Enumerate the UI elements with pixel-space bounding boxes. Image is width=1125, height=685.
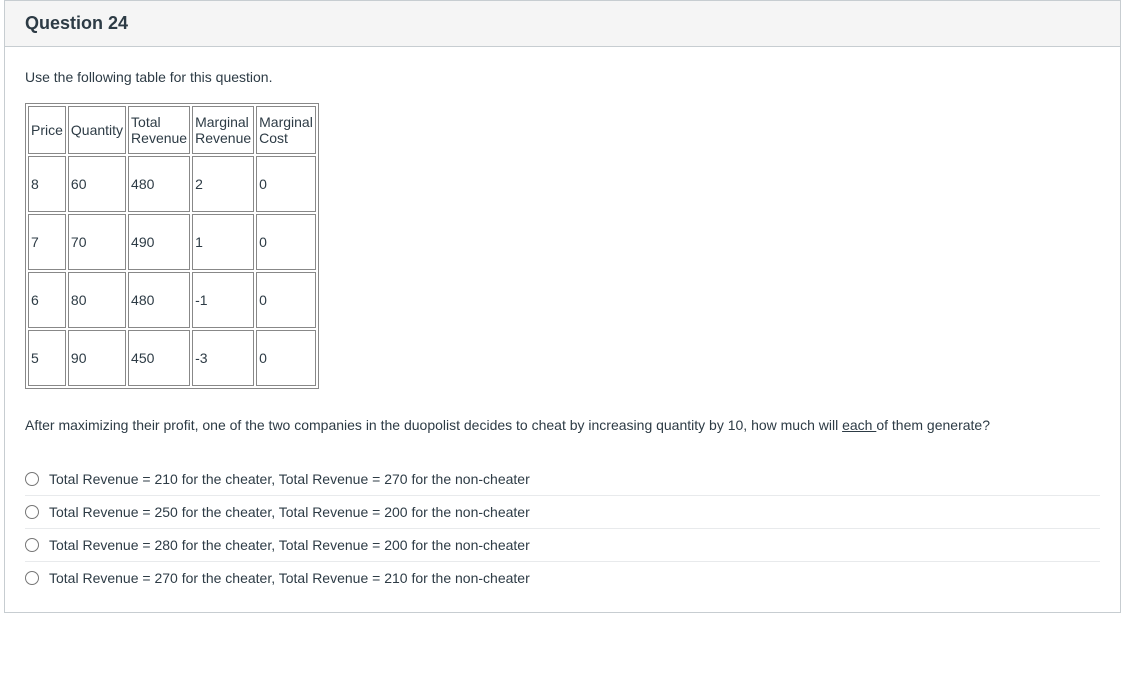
header-price: Price bbox=[28, 106, 66, 154]
cell-marginal-cost: 0 bbox=[256, 214, 316, 270]
cell-total-revenue: 450 bbox=[128, 330, 190, 386]
option-radio[interactable] bbox=[25, 538, 39, 552]
cell-marginal-cost: 0 bbox=[256, 156, 316, 212]
cell-marginal-revenue: -3 bbox=[192, 330, 254, 386]
cell-quantity: 80 bbox=[68, 272, 126, 328]
option-label[interactable]: Total Revenue = 250 for the cheater, Tot… bbox=[49, 504, 530, 520]
option-radio[interactable] bbox=[25, 472, 39, 486]
cell-marginal-revenue: 1 bbox=[192, 214, 254, 270]
option-row[interactable]: Total Revenue = 210 for the cheater, Tot… bbox=[25, 463, 1100, 495]
header-quantity: Quantity bbox=[68, 106, 126, 154]
cell-marginal-revenue: 2 bbox=[192, 156, 254, 212]
table-row: 6 80 480 -1 0 bbox=[28, 272, 316, 328]
question-header: Question 24 bbox=[5, 1, 1120, 47]
prompt-pre: After maximizing their profit, one of th… bbox=[25, 417, 842, 433]
cell-price: 7 bbox=[28, 214, 66, 270]
option-label[interactable]: Total Revenue = 210 for the cheater, Tot… bbox=[49, 471, 530, 487]
question-title: Question 24 bbox=[25, 13, 1100, 34]
cell-total-revenue: 490 bbox=[128, 214, 190, 270]
header-marginal-cost: Marginal Cost bbox=[256, 106, 316, 154]
option-row[interactable]: Total Revenue = 270 for the cheater, Tot… bbox=[25, 561, 1100, 594]
option-label[interactable]: Total Revenue = 280 for the cheater, Tot… bbox=[49, 537, 530, 553]
cell-price: 8 bbox=[28, 156, 66, 212]
cell-total-revenue: 480 bbox=[128, 272, 190, 328]
table-row: 5 90 450 -3 0 bbox=[28, 330, 316, 386]
table-header-row: Price Quantity Total Revenue Marginal Re… bbox=[28, 106, 316, 154]
cell-marginal-cost: 0 bbox=[256, 330, 316, 386]
cell-price: 6 bbox=[28, 272, 66, 328]
table-row: 7 70 490 1 0 bbox=[28, 214, 316, 270]
option-radio[interactable] bbox=[25, 505, 39, 519]
cell-quantity: 60 bbox=[68, 156, 126, 212]
question-prompt: After maximizing their profit, one of th… bbox=[25, 417, 1100, 433]
cell-marginal-cost: 0 bbox=[256, 272, 316, 328]
option-row[interactable]: Total Revenue = 250 for the cheater, Tot… bbox=[25, 495, 1100, 528]
header-marginal-revenue: Marginal Revenue bbox=[192, 106, 254, 154]
cell-marginal-revenue: -1 bbox=[192, 272, 254, 328]
table-row: 8 60 480 2 0 bbox=[28, 156, 316, 212]
data-table: Price Quantity Total Revenue Marginal Re… bbox=[25, 103, 319, 389]
option-row[interactable]: Total Revenue = 280 for the cheater, Tot… bbox=[25, 528, 1100, 561]
prompt-post: of them generate? bbox=[876, 417, 990, 433]
cell-quantity: 90 bbox=[68, 330, 126, 386]
answer-options: Total Revenue = 210 for the cheater, Tot… bbox=[25, 463, 1100, 594]
cell-quantity: 70 bbox=[68, 214, 126, 270]
option-label[interactable]: Total Revenue = 270 for the cheater, Tot… bbox=[49, 570, 530, 586]
prompt-each: each bbox=[842, 417, 876, 433]
cell-total-revenue: 480 bbox=[128, 156, 190, 212]
question-card: Question 24 Use the following table for … bbox=[4, 0, 1121, 613]
question-intro-text: Use the following table for this questio… bbox=[25, 69, 1100, 85]
header-total-revenue: Total Revenue bbox=[128, 106, 190, 154]
cell-price: 5 bbox=[28, 330, 66, 386]
question-body: Use the following table for this questio… bbox=[5, 47, 1120, 612]
option-radio[interactable] bbox=[25, 571, 39, 585]
